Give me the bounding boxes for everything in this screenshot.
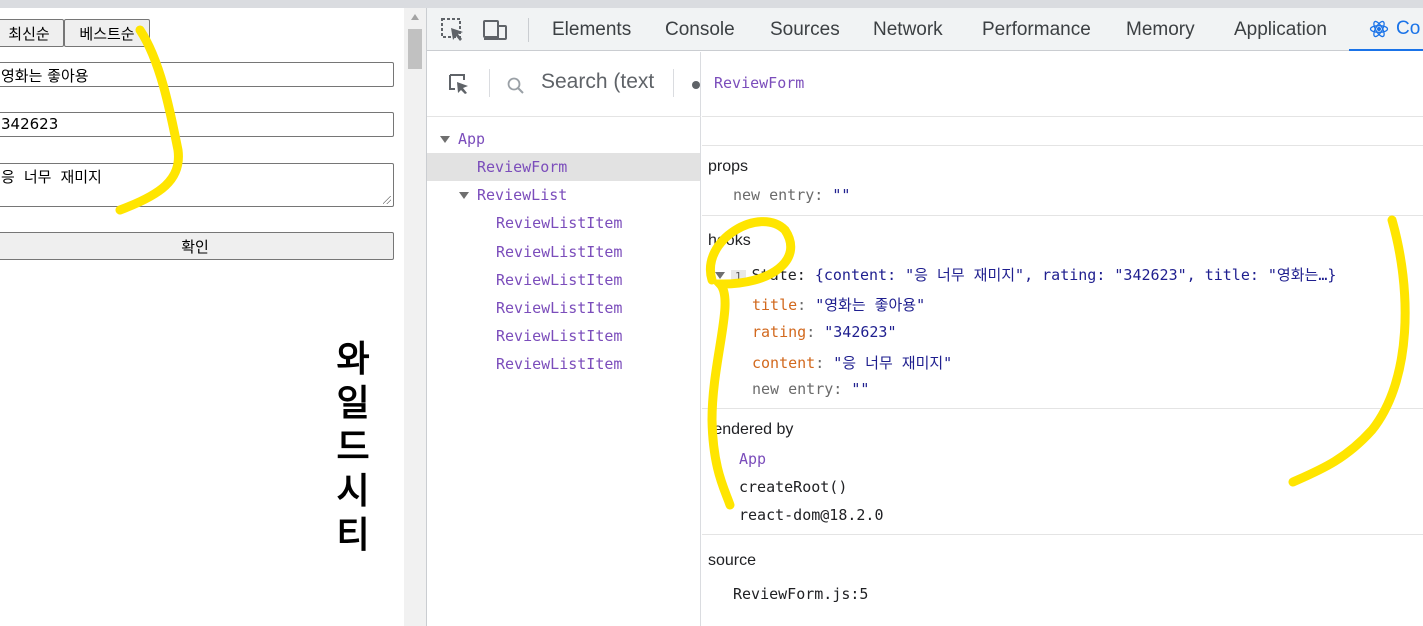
- tree-item-label: ReviewListItem: [496, 214, 623, 232]
- hooks-section-title: hooks: [708, 232, 751, 249]
- tree-item-app[interactable]: App: [427, 125, 700, 153]
- rendered-by-section-title: rendered by: [708, 421, 794, 438]
- hook-field-value: "342623": [824, 323, 897, 341]
- tree-toolbar: Search (text: [427, 52, 701, 117]
- tree-item-label: ReviewListItem: [496, 271, 623, 289]
- tree-toolbar-divider: [673, 69, 674, 97]
- hook-field-value: "": [851, 380, 870, 398]
- vertical-title-char: 티: [336, 515, 370, 556]
- inspector-header: ReviewForm: [702, 52, 1423, 116]
- tree-item-reviewlistitem[interactable]: ReviewListItem: [427, 322, 700, 350]
- component-tree: Search (text App ReviewForm ReviewList R…: [427, 52, 701, 626]
- title-input[interactable]: 영화는 좋아용: [0, 62, 394, 87]
- tree-item-label: ReviewList: [477, 186, 568, 204]
- hook-field-key: rating: [752, 323, 807, 341]
- tab-memory[interactable]: Memory: [1126, 8, 1195, 51]
- props-section-title: props: [708, 158, 749, 175]
- expand-caret-icon[interactable]: [440, 135, 450, 143]
- hook-field-row[interactable]: title: "영화는 좋아용": [752, 294, 925, 315]
- tree-item-reviewlist[interactable]: ReviewList: [427, 181, 700, 209]
- source-section-title: source: [708, 552, 757, 569]
- selected-component-name: ReviewForm: [714, 74, 805, 92]
- hook-field-row[interactable]: new entry: "": [752, 380, 869, 398]
- component-inspector: ReviewForm props new entry: "" hooks 1 St…: [702, 52, 1423, 626]
- divider: [702, 408, 1423, 409]
- scrollbar-thumb[interactable]: [408, 29, 422, 69]
- tree-item-label: ReviewForm: [477, 158, 568, 176]
- tree-toolbar-divider: [489, 69, 490, 97]
- tab-application[interactable]: Application: [1234, 8, 1327, 51]
- tree-item-reviewlistitem[interactable]: ReviewListItem: [427, 266, 700, 294]
- hook-field-key: title: [752, 296, 798, 314]
- devtools-toolbar: Elements Console Sources Network Perform…: [427, 8, 1423, 51]
- hook-state-row[interactable]: 1 State: {content: "응 너무 재미지", rating: "3…: [715, 264, 1336, 285]
- divider: [702, 116, 1423, 117]
- content-textarea[interactable]: 응 너무 재미지: [0, 163, 394, 207]
- hook-field-row[interactable]: rating: "342623": [752, 323, 897, 341]
- hook-index-badge: 1: [731, 270, 746, 283]
- vertical-title-char: 드: [336, 427, 370, 468]
- tree-item-label: App: [458, 130, 486, 148]
- browser-top-edge: [0, 0, 1423, 8]
- divider: [702, 534, 1423, 535]
- divider: [702, 215, 1423, 216]
- tree-item-reviewlistitem[interactable]: ReviewListItem: [427, 209, 700, 237]
- scroll-up-arrow-icon[interactable]: [411, 14, 419, 20]
- tab-elements[interactable]: Elements: [552, 8, 631, 51]
- expand-caret-icon[interactable]: [715, 272, 725, 279]
- sort-best-button[interactable]: 베스트순: [64, 19, 150, 47]
- tab-components-label: Co: [1396, 17, 1421, 39]
- tab-sources[interactable]: Sources: [770, 8, 840, 51]
- hook-field-row[interactable]: content: "응 너무 재미지": [752, 352, 952, 373]
- content-textarea-value: 응 너무 재미지: [1, 168, 102, 186]
- tab-performance[interactable]: Performance: [982, 8, 1091, 51]
- tree-item-reviewlistitem[interactable]: ReviewListItem: [427, 294, 700, 322]
- tab-console[interactable]: Console: [665, 8, 735, 51]
- tree-item-label: ReviewListItem: [496, 299, 623, 317]
- app-page: 최신순 베스트순 영화는 좋아용 342623 응 너무 재미지 확인 와 일 …: [0, 8, 404, 626]
- source-location-link[interactable]: ReviewForm.js:5: [733, 585, 868, 603]
- rendered-by-entry: createRoot(): [739, 478, 848, 496]
- prop-row[interactable]: new entry: "": [733, 186, 850, 204]
- resize-handle-icon[interactable]: [383, 196, 391, 204]
- divider: [702, 145, 1423, 146]
- hook-state-key: State: [751, 266, 797, 284]
- hook-state-summary: {content: "응 너무 재미지", rating: "342623", …: [814, 266, 1337, 284]
- search-icon: [507, 77, 524, 94]
- select-component-icon[interactable]: [447, 72, 471, 96]
- tab-components[interactable]: Co: [1349, 8, 1423, 51]
- confirm-button[interactable]: 확인: [0, 232, 394, 260]
- component-search-input[interactable]: Search (text: [541, 70, 659, 94]
- page-scrollbar[interactable]: [404, 8, 426, 626]
- tree-item-label: ReviewListItem: [496, 355, 623, 373]
- hook-field-value: "영화는 좋아용": [815, 296, 926, 314]
- tree-item-reviewlistitem[interactable]: ReviewListItem: [427, 350, 700, 378]
- devtools-panel: Elements Console Sources Network Perform…: [426, 8, 1423, 626]
- toolbar-divider: [528, 18, 529, 42]
- vertical-title-char: 시: [336, 471, 370, 512]
- tree-item-reviewform[interactable]: ReviewForm: [427, 153, 700, 181]
- expand-caret-icon[interactable]: [459, 191, 469, 199]
- react-logo-icon: [1369, 20, 1389, 37]
- tree-item-label: ReviewListItem: [496, 243, 623, 261]
- inspect-element-icon[interactable]: [440, 17, 466, 43]
- prop-value: "": [832, 186, 851, 204]
- tree-item-reviewlistitem[interactable]: ReviewListItem: [427, 238, 700, 266]
- rating-input[interactable]: 342623: [0, 112, 394, 137]
- rendered-by-entry: react-dom@18.2.0: [739, 506, 884, 524]
- sort-latest-button[interactable]: 최신순: [0, 19, 64, 47]
- hook-field-key: content: [752, 354, 816, 372]
- hook-field-value: "응 너무 재미지": [833, 354, 953, 372]
- device-toolbar-icon[interactable]: [482, 17, 508, 43]
- hook-field-key: new entry: [752, 380, 834, 398]
- prop-key: new entry: [733, 186, 815, 204]
- tab-network[interactable]: Network: [873, 8, 943, 51]
- vertical-title-char: 일: [336, 383, 370, 424]
- tree-item-label: ReviewListItem: [496, 327, 623, 345]
- rendered-by-app-link[interactable]: App: [739, 450, 766, 468]
- vertical-page-title: 와 일 드 시 티: [331, 338, 375, 558]
- settings-gear-icon[interactable]: [690, 78, 700, 92]
- vertical-title-char: 와: [336, 339, 370, 380]
